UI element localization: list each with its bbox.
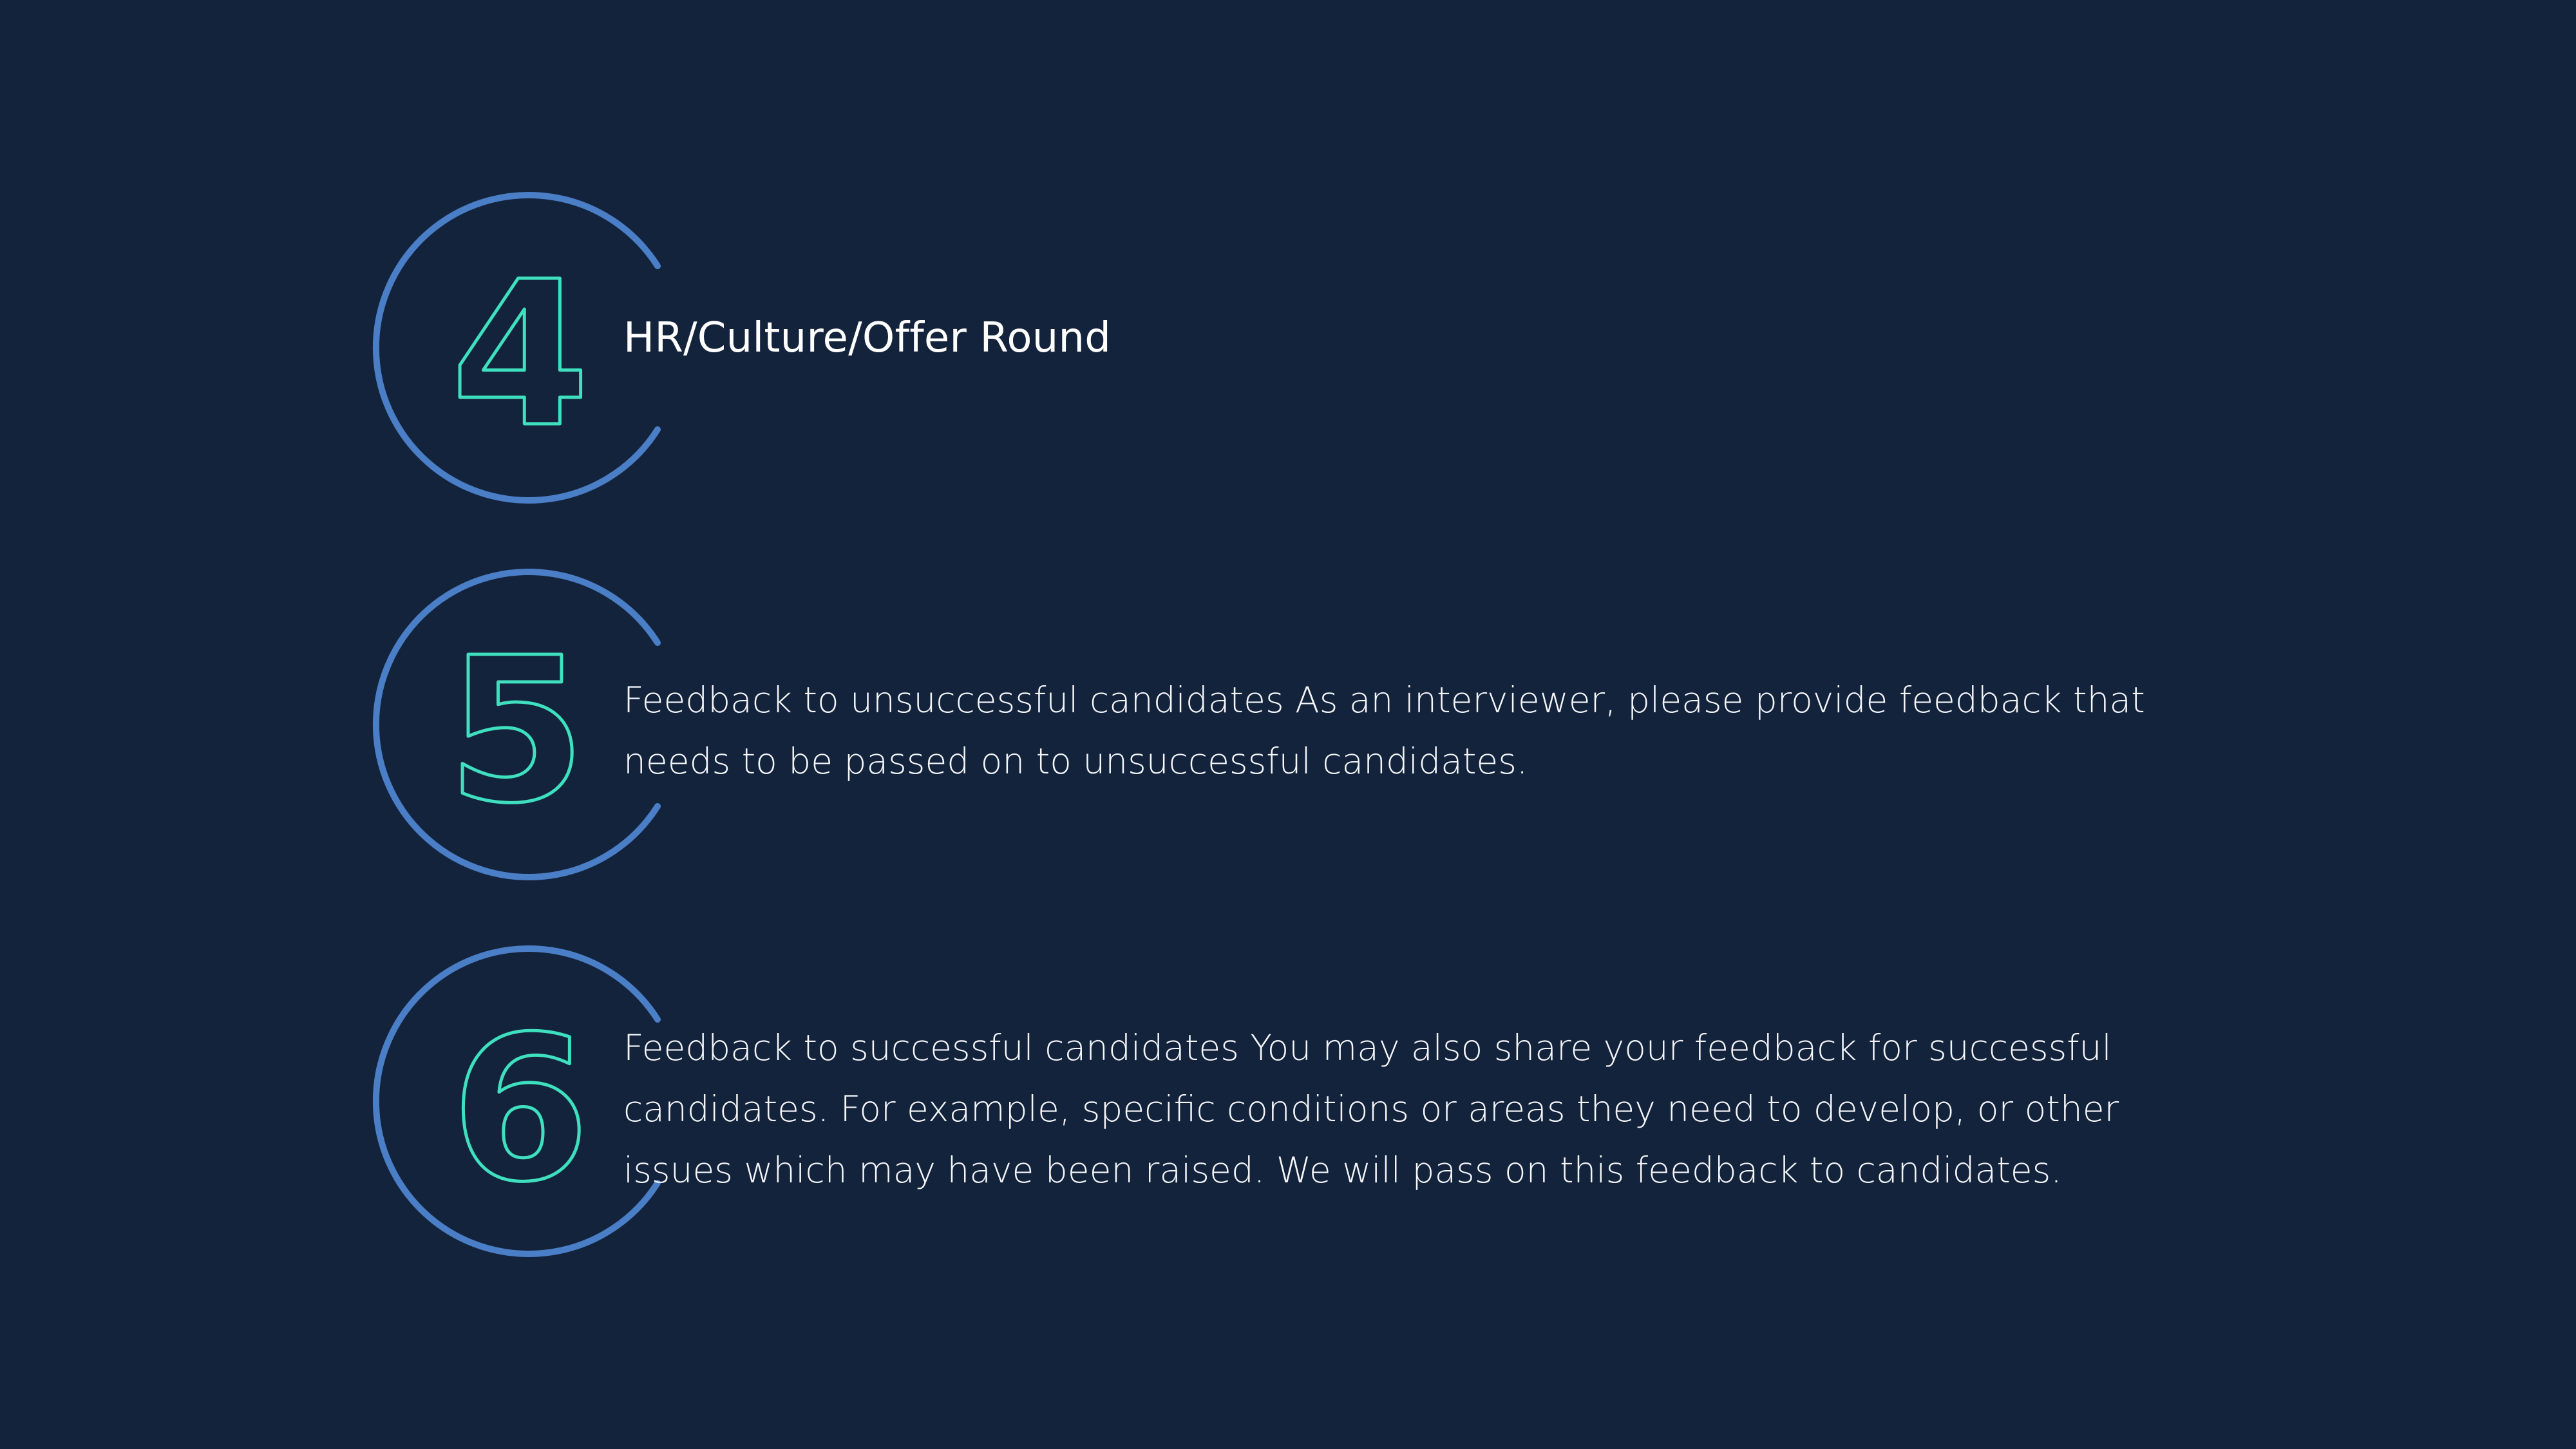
step-4-title: HR/Culture/Offer Round bbox=[623, 314, 1112, 362]
step-4: 4 HR/Culture/Offer Round bbox=[0, 192, 2576, 504]
step-6: 6 Feedback to successful candidates You … bbox=[0, 945, 2576, 1257]
slide: 4 HR/Culture/Offer Round 5 Feedback to u… bbox=[0, 0, 2576, 1449]
step-6-number: 6 bbox=[451, 994, 590, 1226]
step-5: 5 Feedback to unsuccessful candidates As… bbox=[0, 569, 2576, 880]
step-5-description: Feedback to unsuccessful candidates As a… bbox=[623, 679, 2145, 782]
step-4-number: 4 bbox=[451, 239, 590, 471]
step-5-number: 5 bbox=[447, 615, 586, 848]
step-6-description: Feedback to successful candidates You ma… bbox=[623, 1027, 2119, 1191]
